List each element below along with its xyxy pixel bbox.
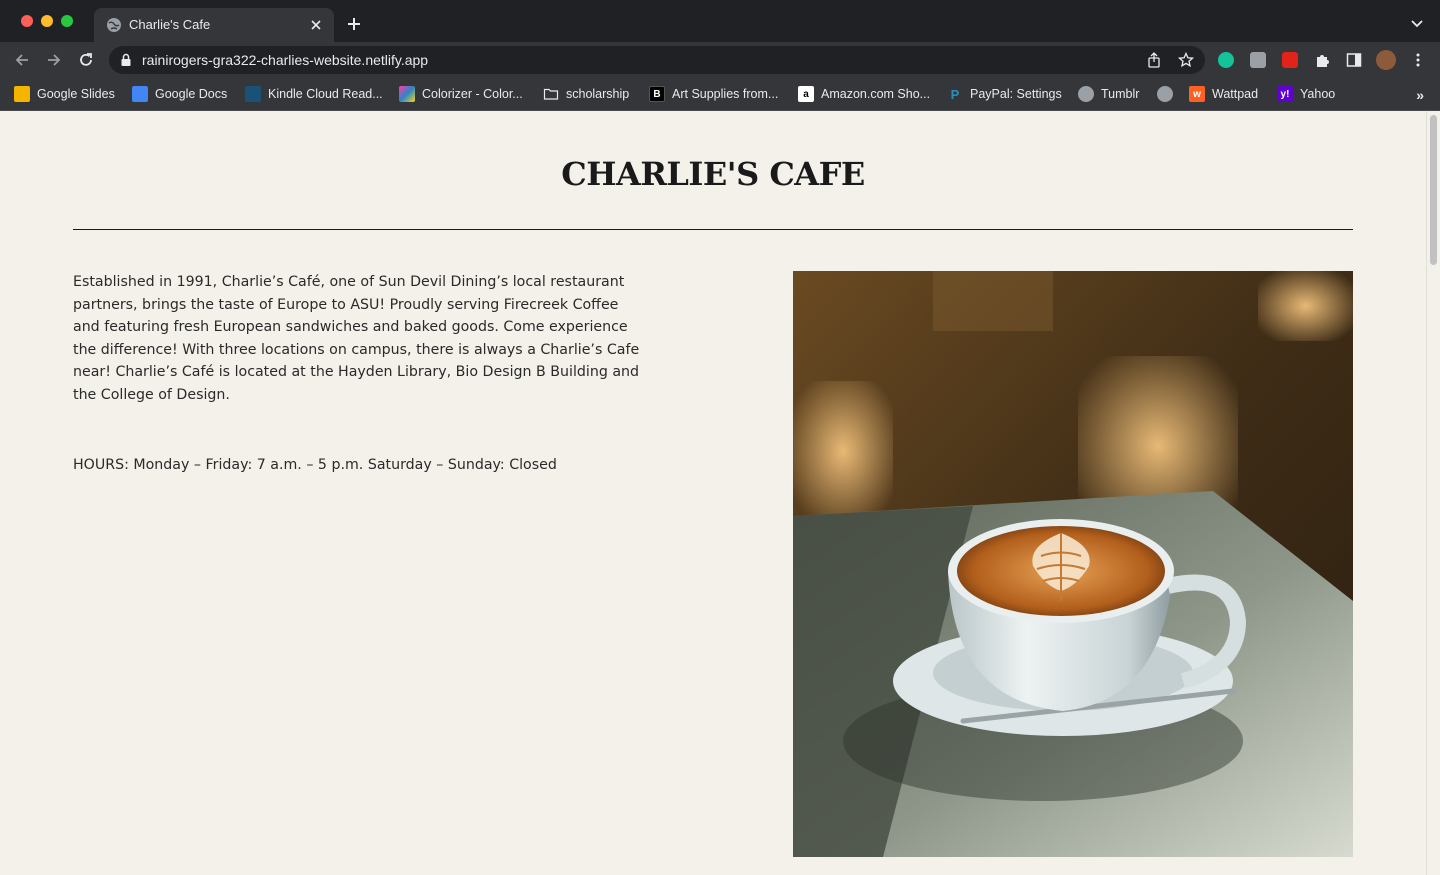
forward-icon[interactable] xyxy=(45,51,63,69)
bookmark-art-supplies[interactable]: B Art Supplies from... xyxy=(649,84,778,104)
close-window-button[interactable] xyxy=(21,15,33,27)
folder-icon xyxy=(543,88,559,100)
globe-icon xyxy=(107,18,121,32)
minimize-window-button[interactable] xyxy=(41,15,53,27)
globe-icon xyxy=(1078,86,1094,102)
address-bar[interactable]: rainirogers-gra322-charlies-website.netl… xyxy=(109,46,1205,74)
tab-charlies-cafe[interactable]: Charlie's Cafe xyxy=(94,8,334,42)
extension-h-icon[interactable] xyxy=(1250,52,1266,68)
bookmark-yahoo[interactable]: y! Yahoo xyxy=(1277,84,1335,104)
wattpad-icon: w xyxy=(1189,86,1205,102)
title-divider xyxy=(73,229,1353,230)
bookmark-tumblr[interactable]: Tumblr xyxy=(1078,84,1139,104)
bookmark-google-docs[interactable]: Google Docs xyxy=(132,84,227,104)
page-title: CHARLIE'S CAFE xyxy=(561,155,865,193)
url-text: rainirogers-gra322-charlies-website.netl… xyxy=(142,52,429,68)
hours-text: HOURS: Monday – Friday: 7 a.m. – 5 p.m. … xyxy=(73,457,557,473)
page-scrollbar[interactable] xyxy=(1426,111,1440,875)
side-panel-icon[interactable] xyxy=(1346,52,1362,68)
tab-title: Charlie's Cafe xyxy=(129,17,211,32)
amazon-icon: a xyxy=(798,86,814,102)
paypal-icon: P xyxy=(950,86,960,102)
colorizer-icon xyxy=(399,86,415,102)
maximize-window-button[interactable] xyxy=(61,15,73,27)
close-icon[interactable] xyxy=(307,16,325,34)
grammarly-icon[interactable] xyxy=(1218,52,1234,68)
bookmark-paypal[interactable]: P PayPal: Settings xyxy=(947,84,1062,104)
share-icon[interactable] xyxy=(1146,52,1162,68)
bookmark-amazon[interactable]: a Amazon.com Sho... xyxy=(798,84,930,104)
kebab-menu-icon[interactable] xyxy=(1410,52,1426,68)
scrollbar-thumb[interactable] xyxy=(1430,115,1437,265)
bookmark-colorizer[interactable]: Colorizer - Color... xyxy=(399,84,523,104)
blick-icon: B xyxy=(649,86,665,102)
reload-icon[interactable] xyxy=(77,51,95,69)
latte-photo xyxy=(793,271,1353,857)
puzzle-icon[interactable] xyxy=(1314,52,1330,68)
back-icon[interactable] xyxy=(13,51,31,69)
browser-toolbar: rainirogers-gra322-charlies-website.netl… xyxy=(0,42,1440,78)
google-docs-icon xyxy=(132,86,148,102)
avatar[interactable] xyxy=(1376,50,1396,70)
star-icon[interactable] xyxy=(1178,52,1194,68)
bookmark-wattpad[interactable]: w Wattpad xyxy=(1189,84,1258,104)
intro-paragraph: Established in 1991, Charlie’s Café, one… xyxy=(73,274,640,403)
lock-icon[interactable] xyxy=(120,53,132,67)
yahoo-icon: y! xyxy=(1277,86,1293,102)
more-bookmarks-button[interactable]: » xyxy=(1416,87,1424,103)
bookmarks-bar: Google Slides Google Docs Kindle Cloud R… xyxy=(0,78,1440,111)
chevron-down-icon[interactable] xyxy=(1410,17,1424,31)
tab-strip: Charlie's Cafe xyxy=(0,0,1440,42)
bookmark-google-slides[interactable]: Google Slides xyxy=(14,84,115,104)
new-tab-icon[interactable] xyxy=(345,15,363,33)
google-slides-icon xyxy=(14,86,30,102)
bookmark-scholarship[interactable]: scholarship xyxy=(543,84,629,104)
adobe-acrobat-icon[interactable] xyxy=(1282,52,1298,68)
bookmark-kindle[interactable]: Kindle Cloud Read... xyxy=(245,84,383,104)
web-page: CHARLIE'S CAFE Established in 1991, Char… xyxy=(0,111,1426,875)
bookmark-untitled[interactable] xyxy=(1157,84,1180,104)
kindle-icon xyxy=(245,86,261,102)
globe-icon xyxy=(1157,86,1173,102)
